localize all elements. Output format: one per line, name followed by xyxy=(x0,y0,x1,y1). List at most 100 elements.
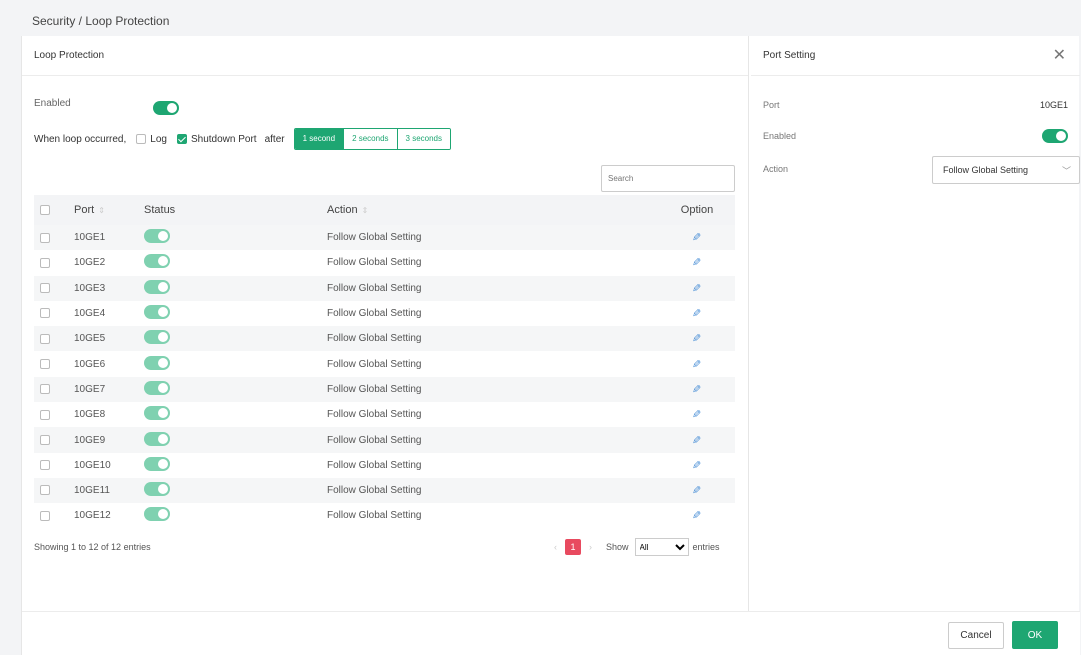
edit-icon[interactable]: ✎ xyxy=(692,332,701,345)
row-status-toggle[interactable] xyxy=(144,431,170,446)
row-checkbox[interactable] xyxy=(40,283,50,294)
row-port: 10GE10 xyxy=(74,459,111,471)
edit-icon[interactable]: ✎ xyxy=(692,509,701,522)
content-frame: Loop Protection Enabled When loop occurr… xyxy=(21,36,1080,655)
select-all-checkbox[interactable] xyxy=(40,205,50,216)
row-action: Follow Global Setting xyxy=(327,485,422,497)
edit-icon[interactable]: ✎ xyxy=(692,307,701,320)
next-page-icon[interactable]: › xyxy=(589,542,592,552)
row-status-toggle[interactable] xyxy=(144,305,170,320)
shutdown-port-checkbox[interactable] xyxy=(176,134,187,144)
after-label: after xyxy=(264,133,285,145)
port-setting-header: Port Setting ✕ xyxy=(751,36,1080,76)
port-label: Port xyxy=(763,100,780,110)
row-status-toggle[interactable] xyxy=(144,229,170,244)
port-enabled-label: Enabled xyxy=(763,131,797,141)
table-row: 10GE5 Follow Global Setting ✎ xyxy=(34,326,735,352)
row-port: 10GE11 xyxy=(74,485,110,497)
row-checkbox[interactable] xyxy=(40,409,50,420)
loop-protection-panel: Loop Protection Enabled When loop occurr… xyxy=(22,36,749,611)
sort-icon: ⇕ xyxy=(98,206,105,215)
edit-icon[interactable]: ✎ xyxy=(692,231,701,244)
enabled-toggle[interactable] xyxy=(153,101,179,115)
duration-option-3[interactable]: 3 seconds xyxy=(396,129,450,149)
edit-icon[interactable]: ✎ xyxy=(692,484,701,497)
cancel-button[interactable]: Cancel xyxy=(948,622,1004,649)
action-select[interactable]: Follow Global Setting ﹀ xyxy=(932,156,1080,184)
page-1-button[interactable]: 1 xyxy=(565,539,581,555)
row-action: Follow Global Setting xyxy=(327,510,422,522)
header-port[interactable]: Port ⇕ xyxy=(66,195,136,225)
breadcrumb: Security / Loop Protection xyxy=(32,14,170,28)
row-status-toggle[interactable] xyxy=(144,482,170,497)
row-checkbox[interactable] xyxy=(40,308,50,319)
log-label: Log xyxy=(150,133,167,145)
edit-icon[interactable]: ✎ xyxy=(692,434,701,447)
row-checkbox[interactable] xyxy=(40,257,50,268)
action-bar: Cancel OK xyxy=(22,611,1080,655)
row-status-toggle[interactable] xyxy=(144,380,170,395)
port-action-row: Action Follow Global Setting ﹀ xyxy=(763,156,1080,184)
table-row: 10GE4 Follow Global Setting ✎ xyxy=(34,301,735,326)
row-port: 10GE9 xyxy=(74,434,106,446)
edit-icon[interactable]: ✎ xyxy=(692,282,701,295)
row-checkbox[interactable] xyxy=(40,460,50,471)
log-checkbox[interactable] xyxy=(136,134,147,144)
edit-icon[interactable]: ✎ xyxy=(692,459,701,472)
row-action: Follow Global Setting xyxy=(327,232,422,244)
pagination: ‹ 1 › Show All entries xyxy=(546,538,720,556)
duration-option-1[interactable]: 1 second xyxy=(294,129,344,149)
show-label: Show xyxy=(606,542,629,552)
row-action: Follow Global Setting xyxy=(327,257,422,269)
row-status-toggle[interactable] xyxy=(144,279,170,294)
table-row: 10GE1 Follow Global Setting ✎ xyxy=(34,225,735,251)
row-checkbox[interactable] xyxy=(40,358,50,369)
row-checkbox[interactable] xyxy=(40,485,50,496)
row-port: 10GE4 xyxy=(74,308,106,320)
entries-info: Showing 1 to 12 of 12 entries xyxy=(34,542,151,552)
row-status-toggle[interactable] xyxy=(144,330,170,345)
table-row: 10GE6 Follow Global Setting ✎ xyxy=(34,351,735,376)
row-action: Follow Global Setting xyxy=(327,409,422,421)
loop-action-row: When loop occurred, Log Shutdown Port af… xyxy=(34,128,451,150)
port-action-label: Action xyxy=(763,164,789,174)
row-action: Follow Global Setting xyxy=(327,383,422,395)
entries-label: entries xyxy=(692,542,720,552)
row-status-toggle[interactable] xyxy=(144,456,170,471)
port-row: Port 10GE1 xyxy=(763,100,1068,110)
page-size-select[interactable]: All xyxy=(634,538,689,556)
row-action: Follow Global Setting xyxy=(327,333,422,345)
ok-button[interactable]: OK xyxy=(1012,621,1058,649)
port-setting-panel: Port Setting ✕ Port 10GE1 Enabled Action… xyxy=(751,36,1080,611)
edit-icon[interactable]: ✎ xyxy=(692,408,701,421)
table-row: 10GE2 Follow Global Setting ✎ xyxy=(34,250,735,275)
row-checkbox[interactable] xyxy=(40,333,50,344)
row-action: Follow Global Setting xyxy=(327,308,422,320)
edit-icon[interactable]: ✎ xyxy=(692,383,701,396)
edit-icon[interactable]: ✎ xyxy=(692,256,701,269)
chevron-down-icon: ﹀ xyxy=(1061,165,1071,176)
row-status-toggle[interactable] xyxy=(144,507,170,522)
row-checkbox[interactable] xyxy=(40,434,50,445)
port-setting-title: Port Setting xyxy=(763,50,816,61)
row-port: 10GE2 xyxy=(74,257,106,269)
row-checkbox[interactable] xyxy=(40,384,50,395)
row-checkbox[interactable] xyxy=(40,510,50,521)
row-checkbox[interactable] xyxy=(40,232,50,243)
search-input[interactable] xyxy=(601,165,735,192)
panel-title: Loop Protection xyxy=(22,36,748,76)
edit-icon[interactable]: ✎ xyxy=(692,358,701,371)
row-status-toggle[interactable] xyxy=(144,355,170,370)
row-status-toggle[interactable] xyxy=(144,406,170,421)
header-action[interactable]: Action ⇕ xyxy=(321,195,663,225)
enabled-label: Enabled xyxy=(34,98,71,109)
row-action: Follow Global Setting xyxy=(327,282,422,294)
prev-page-icon[interactable]: ‹ xyxy=(554,542,557,552)
table-row: 10GE3 Follow Global Setting ✎ xyxy=(34,275,735,301)
row-port: 10GE6 xyxy=(74,358,106,370)
port-enabled-toggle[interactable] xyxy=(1042,129,1068,143)
row-port: 10GE5 xyxy=(74,333,106,345)
duration-option-2[interactable]: 2 seconds xyxy=(343,129,397,149)
close-icon[interactable]: ✕ xyxy=(1053,47,1066,64)
row-status-toggle[interactable] xyxy=(144,254,170,269)
